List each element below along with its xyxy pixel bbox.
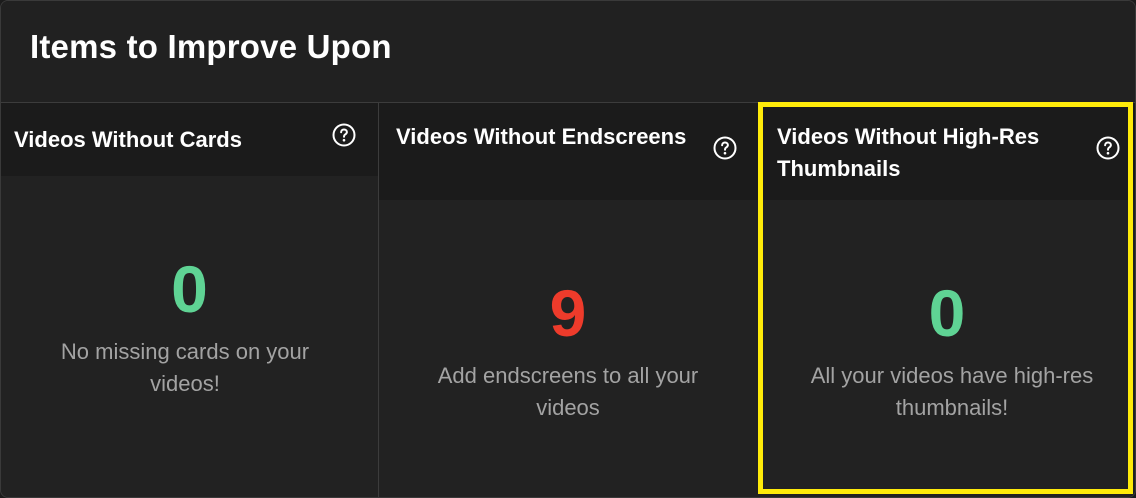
panel-header: Items to Improve Upon (1, 1, 1135, 103)
card-videos-without-high-res-thumbnails: Videos Without High-Res Thumbnails 0 All… (757, 103, 1135, 497)
improvement-cards: Videos Without Cards 0 No missing cards … (1, 103, 1135, 497)
card-title: Videos Without Endscreens (396, 124, 687, 149)
help-circle-icon[interactable] (1096, 136, 1120, 160)
missing-cards-count: 0 (171, 252, 208, 326)
card-header: Videos Without Cards (1, 103, 378, 176)
missing-endscreens-count: 9 (549, 276, 587, 350)
card-status-message: No missing cards on your videos! (60, 339, 310, 396)
items-to-improve-panel: Items to Improve Upon Videos Without Car… (0, 0, 1136, 498)
help-circle-icon[interactable] (713, 136, 737, 160)
card-videos-without-cards: Videos Without Cards 0 No missing cards … (1, 103, 379, 497)
card-videos-without-endscreens: Videos Without Endscreens 9 Add endscree… (379, 103, 757, 497)
card-header: Videos Without High-Res Thumbnails (757, 103, 1135, 200)
help-circle-icon[interactable] (332, 123, 356, 147)
card-title: Videos Without High-Res Thumbnails (777, 124, 1040, 181)
card-header: Videos Without Endscreens (379, 103, 757, 200)
missing-thumbnails-count: 0 (928, 276, 966, 350)
panel-title: Items to Improve Upon (30, 28, 392, 65)
card-status-message: All your videos have high-res thumbnails… (810, 363, 1094, 420)
card-title: Videos Without Cards (14, 127, 242, 152)
card-status-message: Add endscreens to all your videos (437, 363, 699, 420)
